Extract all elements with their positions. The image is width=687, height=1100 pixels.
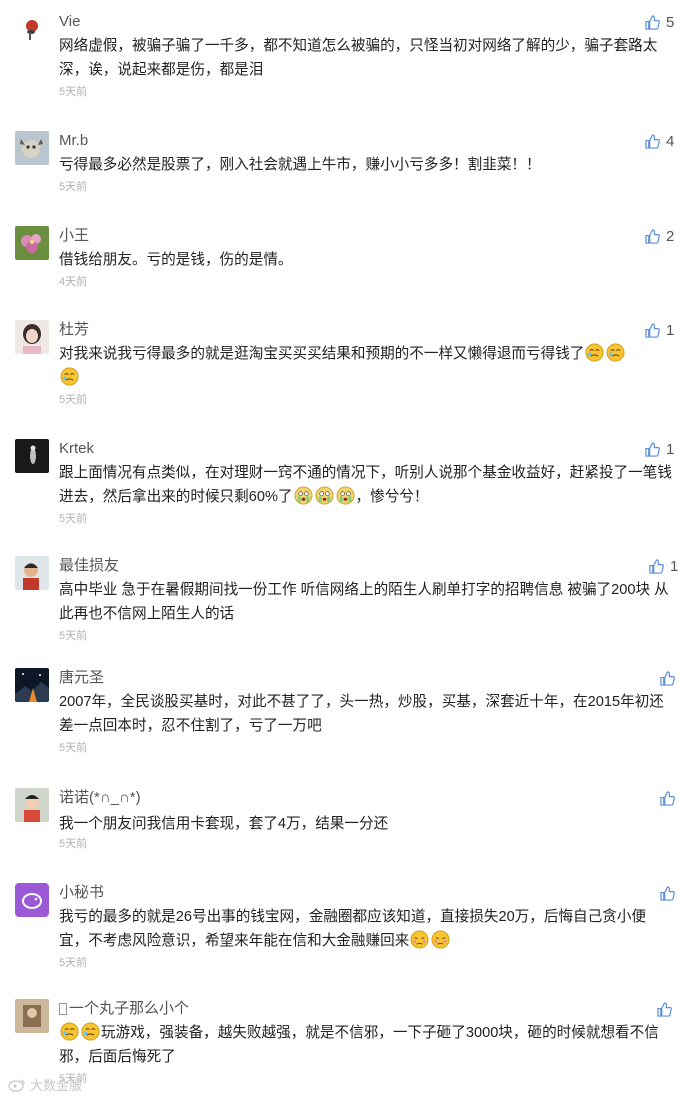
- like-button[interactable]: [660, 883, 681, 903]
- comment-body: 我亏的最多的就是26号出事的钱宝网，金融圈都应该知道，直接损失20万，后悔自己贪…: [59, 905, 675, 953]
- like-button[interactable]: [660, 788, 681, 808]
- thumbs-up-icon: [660, 670, 675, 686]
- shocked-emoji-icon: [294, 486, 313, 505]
- commenter-name[interactable]: 诺诺(*∩_∩*): [59, 788, 141, 808]
- avatar[interactable]: [15, 131, 49, 165]
- comment-time: 5天前: [59, 86, 88, 98]
- crying-emoji-icon: [81, 1022, 100, 1041]
- commenter-name[interactable]: 小秘书: [59, 883, 104, 903]
- like-button[interactable]: 1: [645, 320, 674, 340]
- avatar[interactable]: [15, 12, 49, 46]
- comment-time: 5天前: [59, 513, 88, 525]
- commenter-name[interactable]: 小王: [59, 226, 89, 246]
- avatar[interactable]: [15, 668, 49, 702]
- comment-body: 跟上面情况有点类似，在对理财一窍不通的情况下，听别人说那个基金收益好，赶紧投了一…: [59, 461, 675, 509]
- like-button[interactable]: 1: [645, 439, 674, 459]
- comment-text: 2007年，全民谈股买基时，对此不甚了了，头一热，炒股，买基，深套近十年，在20…: [59, 694, 664, 734]
- like-count: 4: [666, 132, 675, 150]
- comment-text: 借钱给朋友。亏的是钱，伤的是情。: [59, 252, 293, 268]
- commenter-name[interactable]: 唐元圣: [59, 668, 104, 688]
- commenter-name[interactable]: 一个丸子那么小个: [59, 999, 189, 1019]
- comment-text: 高中毕业 急于在暑假期间找一份工作 听信网络上的陌生人刷单打字的招聘信息 被骗了…: [59, 582, 669, 622]
- comment-body: 玩游戏，强装备，越失败越强，就是不信邪，一下子砸了3000块，砸的时候就想看不信…: [59, 1021, 675, 1069]
- commenter-name[interactable]: 杜芳: [59, 320, 89, 340]
- missing-glyph-icon: [59, 1003, 67, 1015]
- comment-body: 对我来说我亏得最多的就是逛淘宝买买买结果和预期的不一样又懒得退而亏得钱了: [59, 342, 675, 390]
- thumbs-up-icon: [649, 558, 664, 574]
- thumbs-up-icon: [645, 322, 660, 338]
- sad-emoji-icon: [410, 930, 429, 949]
- crying-emoji-icon: [606, 343, 625, 362]
- like-count: 2: [666, 227, 675, 245]
- avatar[interactable]: [15, 320, 49, 354]
- like-count: 1: [670, 557, 679, 575]
- avatar[interactable]: [15, 439, 49, 473]
- commenter-name[interactable]: 最佳损友: [59, 556, 119, 576]
- like-button[interactable]: 4: [645, 131, 674, 151]
- like-button[interactable]: 1: [649, 556, 678, 576]
- commenter-name[interactable]: Vie: [59, 12, 80, 32]
- watermark: 大数金服: [8, 1075, 82, 1094]
- comment-time: 5天前: [59, 742, 88, 754]
- like-count: 5: [666, 13, 675, 31]
- thumbs-up-icon: [645, 228, 660, 244]
- thumbs-up-icon: [645, 441, 660, 457]
- shocked-emoji-icon: [336, 486, 355, 505]
- crying-emoji-icon: [60, 1022, 79, 1041]
- crying-emoji-icon: [60, 367, 79, 386]
- watermark-text: 大数金服: [30, 1078, 83, 1093]
- comment-text: 对我来说我亏得最多的就是逛淘宝买买买结果和预期的不一样又懒得退而亏得钱了: [59, 346, 585, 362]
- comment-text-end: ，惨兮兮！: [355, 489, 429, 505]
- shocked-emoji-icon: [315, 486, 334, 505]
- avatar[interactable]: [15, 226, 49, 260]
- like-button[interactable]: [660, 668, 681, 688]
- thumbs-up-icon: [660, 790, 675, 806]
- like-button[interactable]: 5: [645, 12, 674, 32]
- like-count: 1: [666, 321, 675, 339]
- avatar[interactable]: [15, 788, 49, 822]
- like-button[interactable]: [657, 999, 678, 1019]
- comment-time: 5天前: [59, 181, 88, 193]
- avatar[interactable]: [15, 883, 49, 917]
- thumbs-up-icon: [645, 14, 660, 30]
- thumbs-up-icon: [645, 133, 660, 149]
- comment-text: 亏得最多必然是股票了，刚入社会就遇上牛市，赚小小亏多多！割韭菜！！: [59, 157, 541, 173]
- commenter-name-text: 一个丸子那么小个: [69, 1000, 190, 1017]
- like-count: 1: [666, 440, 675, 458]
- avatar[interactable]: [15, 556, 49, 590]
- commenter-name[interactable]: Mr.b: [59, 131, 88, 151]
- comment-time: 4天前: [59, 276, 88, 288]
- comment-time: 5天前: [59, 838, 88, 850]
- avatar[interactable]: [15, 999, 49, 1033]
- sad-emoji-icon: [431, 930, 450, 949]
- comment-text: 我亏的最多的就是26号出事的钱宝网，金融圈都应该知道，直接损失20万，后悔自己贪…: [59, 909, 647, 949]
- weibo-logo-icon: [8, 1078, 25, 1092]
- crying-emoji-icon: [585, 343, 604, 362]
- comment-text: 我一个朋友问我信用卡套现，套了4万，结果一分还: [59, 816, 389, 832]
- like-button[interactable]: 2: [645, 226, 674, 246]
- commenter-name[interactable]: Krtek: [59, 439, 94, 459]
- comment-time: 5天前: [59, 394, 88, 406]
- comment-time: 5天前: [59, 957, 88, 969]
- comment-text: 玩游戏，强装备，越失败越强，就是不信邪，一下子砸了3000块，砸的时候就想看不信…: [59, 1025, 659, 1065]
- comment-text: 网络虚假，被骗子骗了一千多，都不知道怎么被骗的，只怪当初对网络了解的少，骗子套路…: [59, 38, 658, 78]
- thumbs-up-icon: [660, 885, 675, 901]
- thumbs-up-icon: [657, 1001, 672, 1017]
- comment-time: 5天前: [59, 630, 88, 642]
